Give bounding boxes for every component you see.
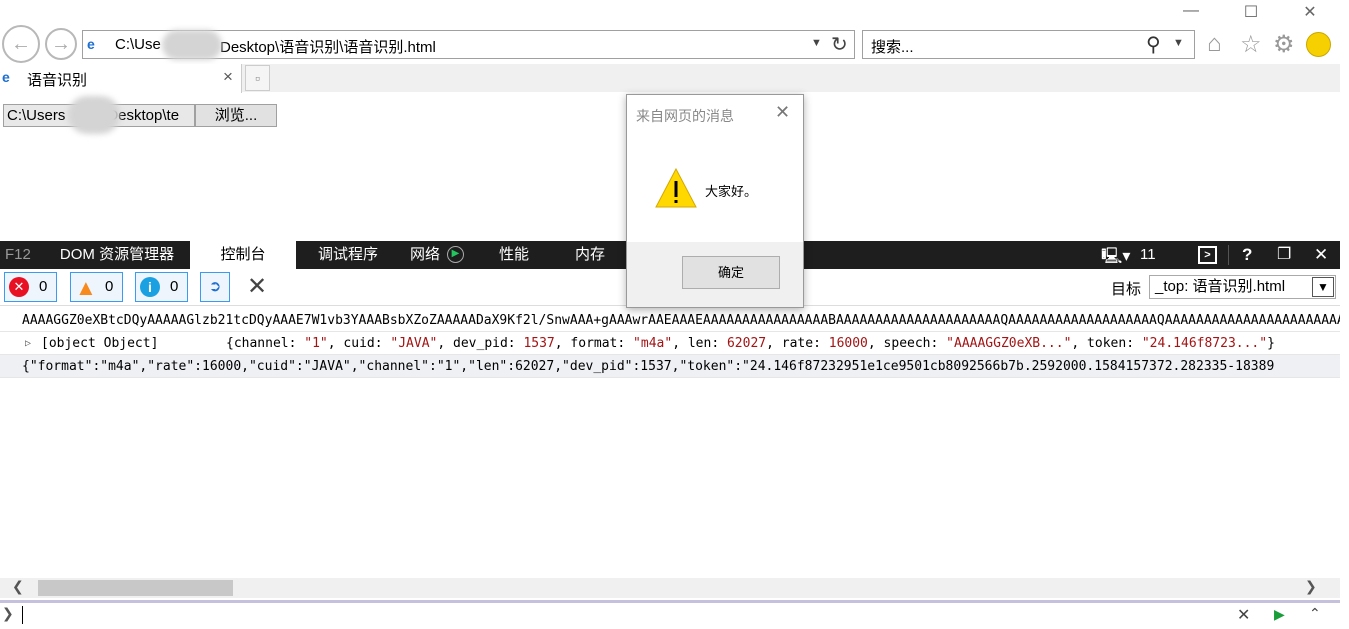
tab-network[interactable]: 网络 (405, 241, 445, 269)
redacted-username (68, 96, 120, 134)
address-text: C:\Use (115, 36, 161, 53)
caret (22, 606, 23, 624)
close-devtools-icon[interactable]: ✕ (1314, 241, 1328, 269)
clear-input-icon[interactable]: ✕ (1237, 605, 1250, 625)
clear-console-icon[interactable]: ✕ (247, 272, 267, 301)
object-preview-segment: "JAVA" (390, 336, 438, 351)
target-value: _top: 语音识别.html (1155, 278, 1286, 295)
console-input[interactable]: ❯ ✕ ▶ ⌃ (0, 603, 1340, 629)
search-placeholder: 搜索... (871, 39, 914, 56)
divider (1228, 245, 1229, 265)
ie-page-icon: e (87, 36, 95, 52)
alert-dialog: 来自网页的消息 ✕ 大家好。 确定 (626, 94, 804, 308)
scrollbar-thumb[interactable] (38, 580, 233, 596)
minimize-button[interactable]: — (1176, 2, 1206, 24)
tab-dom-explorer[interactable]: DOM 资源管理器 (52, 241, 182, 269)
object-preview-segment: 62027 (726, 336, 767, 351)
document-mode[interactable]: 11 (1140, 241, 1156, 269)
scroll-left-icon[interactable]: ❮ (12, 578, 24, 595)
chevron-down-icon[interactable]: ▼ (811, 37, 822, 49)
object-preview-segment: "1" (304, 336, 328, 351)
home-icon[interactable]: ⌂ (1207, 30, 1222, 58)
tab-performance[interactable]: 性能 (490, 241, 538, 269)
object-label[interactable]: [object Object] (41, 332, 158, 354)
dialog-close-icon[interactable]: ✕ (775, 102, 790, 123)
browser-tab[interactable]: e 语音识别 × (0, 64, 242, 93)
info-count: 0 (170, 278, 179, 295)
clear-on-navigate-button[interactable]: ➲ (200, 272, 230, 302)
smiley-feedback-icon[interactable] (1306, 32, 1331, 57)
tab-title: 语音识别 (27, 72, 88, 89)
console-toggle-icon[interactable]: > (1198, 246, 1217, 264)
console-line: AAAAGGZ0eXBtcDQyAAAAAGlzb21tcDQyAAAE7W1v… (0, 309, 1340, 332)
tab-console[interactable]: 控制台 (190, 241, 296, 269)
file-path-prefix: C:\Users (7, 107, 66, 124)
object-preview-segment: 16000 (828, 336, 868, 351)
forward-button[interactable]: → (45, 28, 77, 60)
warning-icon: ▲ (75, 275, 97, 300)
console-line: {"format":"m4a","rate":16000,"cuid":"JAV… (0, 355, 1340, 378)
f12-label: F12 (5, 246, 31, 263)
new-tab-button[interactable]: ▫ (245, 65, 270, 91)
expand-multiline-icon[interactable]: ⌃ (1309, 605, 1321, 622)
info-filter-button[interactable]: i 0 (135, 272, 188, 302)
chevron-down-icon[interactable]: ▼ (1312, 277, 1334, 297)
console-line-object: ▷ [object Object] {channel: "1", cuid: "… (0, 332, 1340, 355)
dialog-footer: 确定 (627, 242, 803, 307)
back-button[interactable]: ← (2, 25, 40, 63)
help-icon[interactable]: ? (1242, 241, 1252, 269)
tab-memory[interactable]: 内存 (566, 241, 614, 269)
prompt-icon: ❯ (2, 605, 14, 621)
expand-triangle-icon[interactable]: ▷ (25, 332, 31, 354)
ie-page-icon: e (2, 69, 10, 85)
address-text-suffix: Desktop\语音识别\语音识别.html (220, 39, 436, 56)
run-icon[interactable]: ▶ (1274, 606, 1285, 623)
close-window-button[interactable]: ✕ (1295, 2, 1325, 24)
object-preview-segment: , cuid: (327, 336, 391, 351)
play-record-icon[interactable]: ▶ (447, 246, 464, 263)
object-preview: {channel: "1", cuid: "JAVA", dev_pid: 15… (226, 332, 1275, 354)
info-icon: i (140, 277, 160, 297)
gear-icon[interactable]: ⚙ (1273, 30, 1295, 59)
warning-icon (655, 167, 697, 208)
warnings-filter-button[interactable]: ▲ 0 (70, 272, 123, 302)
favorites-star-icon[interactable]: ☆ (1240, 30, 1262, 59)
object-preview-segment: "24.146f8723..." (1141, 336, 1268, 351)
errors-filter-button[interactable]: ✕ 0 (4, 272, 57, 302)
refresh-icon[interactable]: ↻ (831, 32, 848, 57)
search-input[interactable]: 搜索... ⚲ ▼ (862, 30, 1195, 59)
ok-button[interactable]: 确定 (682, 256, 780, 289)
target-select[interactable]: _top: 语音识别.html ▼ (1149, 275, 1336, 299)
maximize-button[interactable]: ☐ (1236, 2, 1266, 24)
emulation-device-icon[interactable]: 🖳▾ (1101, 245, 1130, 272)
chevron-down-icon[interactable]: ▼ (1173, 37, 1184, 49)
object-preview-segment: , len: (672, 336, 727, 351)
window-edge (1340, 0, 1349, 629)
object-preview-segment: , token: (1071, 336, 1142, 351)
object-preview-segment: , rate: (766, 336, 829, 351)
errors-count: 0 (39, 278, 48, 295)
object-preview-segment: "AAAAGGZ0eXB..." (946, 336, 1072, 351)
browse-button[interactable]: 浏览... (195, 104, 277, 127)
undock-icon[interactable]: ❐ (1277, 241, 1291, 269)
search-icon[interactable]: ⚲ (1146, 32, 1161, 57)
object-preview-segment: "m4a" (633, 336, 673, 351)
target-label: 目标 (1111, 281, 1142, 298)
warnings-count: 0 (105, 278, 114, 295)
tab-debugger[interactable]: 调试程序 (308, 241, 388, 269)
object-preview-segment: , format: (554, 336, 634, 351)
horizontal-scrollbar[interactable]: ❮ ❯ (0, 578, 1340, 598)
dialog-title: 来自网页的消息 (636, 108, 734, 124)
dialog-message: 大家好。 (705, 184, 758, 199)
redacted-username (162, 30, 222, 60)
object-preview-segment: , speech: (867, 336, 947, 351)
tab-close-icon[interactable]: × (223, 67, 233, 87)
object-preview-segment: } (1267, 336, 1275, 351)
object-preview-segment: , dev_pid: (437, 336, 524, 351)
object-preview-segment: {channel: (226, 336, 305, 351)
scroll-right-icon[interactable]: ❯ (1305, 578, 1317, 595)
object-preview-segment: 1537 (523, 336, 555, 351)
error-icon: ✕ (9, 277, 29, 297)
